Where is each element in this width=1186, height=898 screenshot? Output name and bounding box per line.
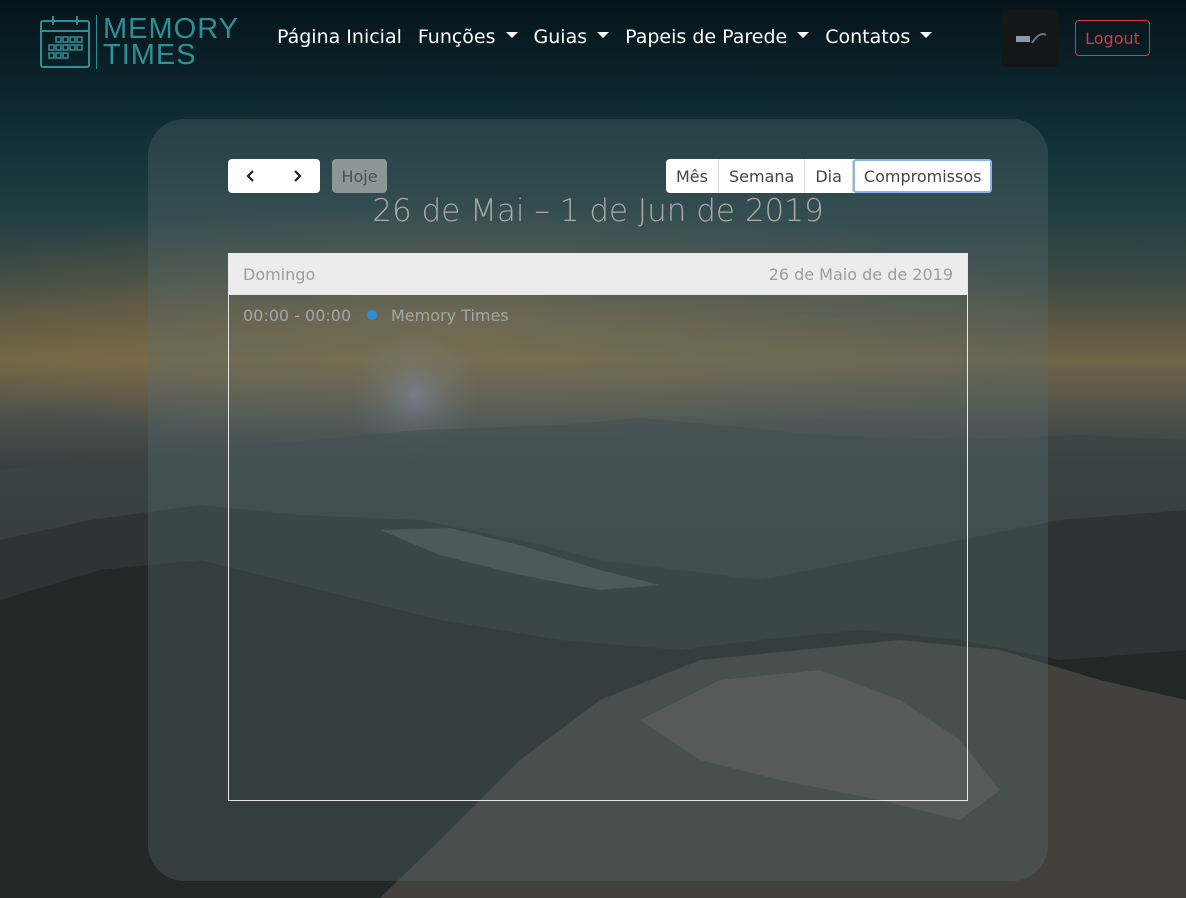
agenda-list: Domingo 26 de Maio de de 2019 00:00 - 00… xyxy=(228,253,968,801)
agenda-day-header: Domingo 26 de Maio de de 2019 xyxy=(229,254,967,295)
view-month-button[interactable]: Mês xyxy=(666,159,719,193)
top-navbar: MEMORY TIMES Página Inicial Funções Guia… xyxy=(0,0,1186,80)
nav-item-label: Funções xyxy=(417,26,496,48)
calendar-title: 26 de Mai – 1 de Jun de 2019 xyxy=(372,193,824,229)
brand-name: MEMORY TIMES xyxy=(103,15,239,71)
day-date[interactable]: 26 de Maio de de 2019 xyxy=(769,265,953,284)
nav-item-contatos[interactable]: Contatos xyxy=(825,26,933,48)
event-dot-icon xyxy=(367,310,377,320)
nav-item-guias[interactable]: Guias xyxy=(534,26,610,48)
brand-logo[interactable]: MEMORY TIMES xyxy=(40,14,239,70)
nav-item-label: Guias xyxy=(533,26,588,48)
logout-button[interactable]: Logout xyxy=(1075,20,1150,56)
next-button[interactable] xyxy=(274,159,320,193)
view-switcher: Mês Semana Dia Compromissos xyxy=(666,159,993,193)
event-time: 00:00 - 00:00 xyxy=(243,305,352,325)
brand-divider xyxy=(96,15,97,69)
day-name[interactable]: Domingo xyxy=(243,265,315,284)
prev-next-group xyxy=(228,159,320,193)
caret-down-icon xyxy=(920,32,933,38)
caret-down-icon xyxy=(505,32,518,38)
chevron-left-icon xyxy=(246,170,254,182)
calendar-logo-icon xyxy=(40,16,90,68)
user-avatar[interactable] xyxy=(1001,10,1059,67)
view-day-button[interactable]: Dia xyxy=(805,159,853,193)
nav-item-funcoes[interactable]: Funções xyxy=(418,26,518,48)
nav-item-label: Contatos xyxy=(825,26,911,48)
nav-item-papeis[interactable]: Papeis de Parede xyxy=(625,26,810,48)
avatar-image xyxy=(1016,32,1047,44)
view-week-button[interactable]: Semana xyxy=(719,159,806,193)
calendar-panel: Hoje Mês Semana Dia Compromissos 26 de M… xyxy=(148,119,1048,881)
nav-item-label: Papeis de Parede xyxy=(625,26,788,48)
calendar-nav-toolbar: Hoje xyxy=(228,159,387,193)
today-button[interactable]: Hoje xyxy=(332,159,387,193)
prev-button[interactable] xyxy=(228,159,274,193)
chevron-right-icon xyxy=(294,170,302,182)
event-title[interactable]: Memory Times xyxy=(391,306,509,325)
caret-down-icon xyxy=(797,32,810,38)
nav-links: Página Inicial Funções Guias Papeis de P… xyxy=(277,26,948,48)
view-list-button[interactable]: Compromissos xyxy=(852,159,993,193)
agenda-event-row[interactable]: 00:00 - 00:00 Memory Times xyxy=(229,295,967,335)
nav-item-label: Página Inicial xyxy=(277,26,402,48)
nav-item-home[interactable]: Página Inicial xyxy=(277,26,402,48)
brand-line-2: TIMES xyxy=(103,39,197,71)
caret-down-icon xyxy=(597,32,610,38)
